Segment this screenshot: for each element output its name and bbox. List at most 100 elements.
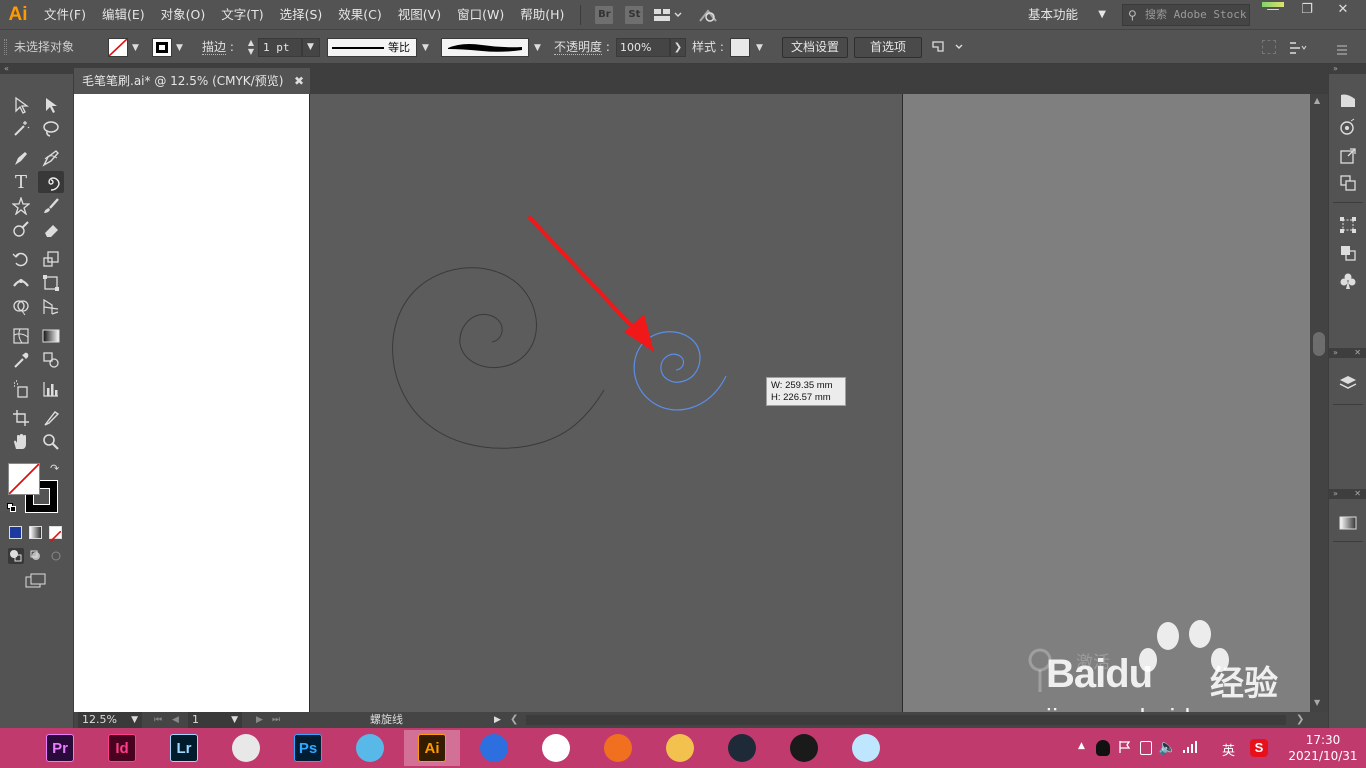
rotate-tool-icon[interactable] xyxy=(8,248,34,270)
gradient-tool-icon[interactable] xyxy=(38,325,64,347)
scroll-down-icon[interactable]: ▼ xyxy=(1314,698,1320,707)
previous-artboard-icon[interactable]: ◀ xyxy=(172,712,179,728)
style-chevron-icon[interactable]: ▼ xyxy=(756,43,763,53)
taskbar-browser-q[interactable] xyxy=(466,730,522,766)
eyedropper-tool-icon[interactable] xyxy=(8,349,34,371)
selection-tool-icon[interactable] xyxy=(8,94,34,116)
gradient-mode-button[interactable] xyxy=(29,526,42,539)
vertical-scrollbar[interactable]: ▲ ▼ xyxy=(1310,94,1328,712)
slice-tool-icon[interactable] xyxy=(38,407,64,429)
lasso-tool-icon[interactable] xyxy=(38,118,64,140)
spiral-path-large[interactable] xyxy=(392,267,605,449)
stroke-label[interactable]: 描边 : xyxy=(202,30,234,64)
mesh-tool-icon[interactable] xyxy=(8,325,34,347)
transform-icon[interactable] xyxy=(1288,40,1308,54)
eraser-tool-icon[interactable] xyxy=(38,219,64,241)
type-tool-icon[interactable]: T xyxy=(8,171,34,193)
pen-tool-icon[interactable] xyxy=(8,147,34,169)
graphic-style-swatch[interactable] xyxy=(730,38,750,57)
stroke-profile-select[interactable]: 等比 xyxy=(327,38,417,57)
symbol-sprayer-tool-icon[interactable] xyxy=(8,378,34,400)
hand-tool-icon[interactable] xyxy=(8,431,34,453)
appearance-icon[interactable] xyxy=(1338,117,1358,137)
color-guide-icon[interactable] xyxy=(1338,90,1358,110)
preferences-button[interactable]: 首选项 xyxy=(854,37,922,58)
export-icon[interactable] xyxy=(1338,146,1358,166)
taskbar-indesign[interactable]: Id xyxy=(94,730,150,766)
menu-help[interactable]: 帮助(H) xyxy=(512,0,572,30)
profile-chevron-icon[interactable]: ▼ xyxy=(422,43,429,53)
draw-behind-button[interactable] xyxy=(28,548,44,564)
none-mode-button[interactable] xyxy=(49,526,62,543)
magic-wand-tool-icon[interactable] xyxy=(8,118,34,140)
qq-tray-icon[interactable] xyxy=(1096,740,1110,756)
close-tab-icon[interactable]: ✖ xyxy=(294,68,304,94)
last-artboard-icon[interactable]: ⏭ xyxy=(272,712,280,728)
document-tab[interactable]: 毛笔笔刷.ai* @ 12.5% (CMYK/预览) ✖ xyxy=(74,68,310,94)
zoom-tool-icon[interactable] xyxy=(38,431,64,453)
taskbar-umbrella-app[interactable] xyxy=(218,730,274,766)
taskbar-qq[interactable] xyxy=(776,730,832,766)
bridge-button[interactable]: Br xyxy=(595,5,614,24)
gradient-panel-icon[interactable] xyxy=(1338,513,1358,533)
close-group-icon[interactable]: ✕ xyxy=(1354,489,1361,499)
fill-chevron-icon[interactable]: ▼ xyxy=(132,43,139,53)
stock-search-input[interactable]: ⚲ 搜索 Adobe Stock xyxy=(1122,4,1250,26)
opacity-input[interactable]: 100% xyxy=(616,38,670,57)
menu-select[interactable]: 选择(S) xyxy=(272,0,331,30)
status-menu-icon[interactable]: ▶ xyxy=(494,712,501,728)
scroll-up-icon[interactable]: ▲ xyxy=(1314,96,1320,105)
horizontal-scroll-right-icon[interactable]: ❯ xyxy=(1296,712,1304,728)
direct-selection-tool-icon[interactable] xyxy=(38,94,64,116)
color-mode-button[interactable] xyxy=(9,526,22,539)
taskbar-chrome[interactable] xyxy=(528,730,584,766)
free-transform-tool-icon[interactable] xyxy=(38,272,64,294)
panel-menu-icon[interactable] xyxy=(1336,41,1348,55)
dock-group-bar-3[interactable]: » ✕ xyxy=(1329,489,1366,499)
opacity-label[interactable]: 不透明度 : xyxy=(554,30,610,64)
brush-chevron-icon[interactable]: ▼ xyxy=(534,43,541,53)
ime-language-indicator[interactable]: 英 xyxy=(1222,740,1235,759)
paintbrush-tool-icon[interactable] xyxy=(38,195,64,217)
stock-button[interactable]: St xyxy=(625,5,644,24)
taskbar-photoshop[interactable]: Ps xyxy=(280,730,336,766)
artboard-number-select[interactable]: 1 ▼ xyxy=(188,712,242,728)
volume-tray-icon[interactable]: 🔈 xyxy=(1158,738,1177,756)
close-group-icon[interactable]: ✕ xyxy=(1354,348,1361,358)
artboard-tool-icon[interactable] xyxy=(8,407,34,429)
horizontal-scroll-left-icon[interactable]: ❮ xyxy=(510,712,518,728)
workspace-switcher[interactable]: 基本功能 ▼ xyxy=(1028,4,1112,26)
canvas-area[interactable] xyxy=(74,94,1310,712)
menu-view[interactable]: 视图(V) xyxy=(390,0,449,30)
taskbar-notes-app[interactable] xyxy=(838,730,894,766)
draw-inside-button[interactable] xyxy=(48,548,64,564)
taskbar-premiere[interactable]: Pr xyxy=(32,730,88,766)
taskbar-illustrator[interactable]: Ai xyxy=(404,730,460,766)
star-tool-icon[interactable] xyxy=(8,195,34,217)
menu-file[interactable]: 文件(F) xyxy=(36,0,94,30)
menu-effect[interactable]: 效果(C) xyxy=(330,0,389,30)
scrollbar-thumb[interactable] xyxy=(1313,332,1325,356)
curvature-tool-icon[interactable] xyxy=(38,147,64,169)
taskbar-lightroom[interactable]: Lr xyxy=(156,730,212,766)
arrange-icon[interactable] xyxy=(930,39,966,55)
screen-mode-button[interactable] xyxy=(24,572,48,590)
menu-edit[interactable]: 编辑(E) xyxy=(94,0,153,30)
tray-expand-icon[interactable]: ▲ xyxy=(1078,741,1085,751)
menu-window[interactable]: 窗口(W) xyxy=(449,0,512,30)
column-graph-tool-icon[interactable] xyxy=(38,378,64,400)
toolbox-collapse-bar[interactable]: « xyxy=(0,64,74,74)
scale-tool-icon[interactable] xyxy=(38,248,64,270)
restore-button[interactable]: ❐ xyxy=(1290,0,1324,22)
spiral-tool-icon[interactable] xyxy=(38,171,64,193)
horizontal-scrollbar[interactable] xyxy=(526,715,1286,725)
default-fill-stroke-icon[interactable] xyxy=(7,503,17,513)
document-setup-button[interactable]: 文档设置 xyxy=(782,37,848,58)
flag-tray-icon[interactable] xyxy=(1118,740,1132,754)
draw-normal-button[interactable] xyxy=(8,548,24,564)
next-artboard-icon[interactable]: ▶ xyxy=(256,712,263,728)
first-artboard-icon[interactable]: ⏮ xyxy=(154,712,162,728)
stroke-swatch[interactable] xyxy=(152,38,172,57)
dock-group-bar-2[interactable]: » ✕ xyxy=(1329,348,1366,358)
brush-definition-select[interactable] xyxy=(441,38,529,57)
